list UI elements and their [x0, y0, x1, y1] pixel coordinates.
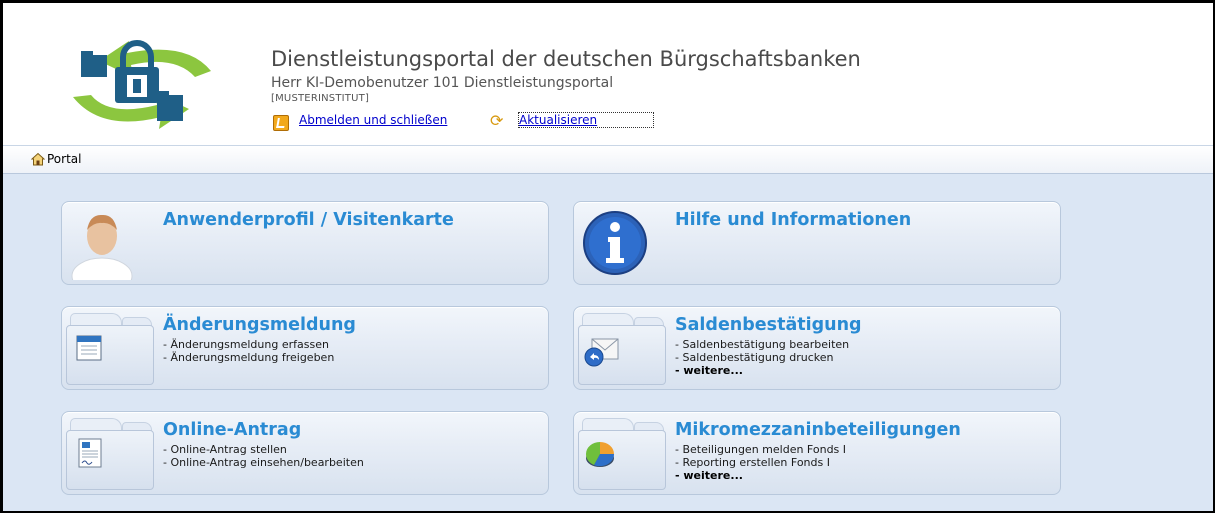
tile-change-notification[interactable]: Änderungsmeldung - Änderungsmeldung erfa… [61, 306, 549, 390]
mail-reply-icon [584, 338, 619, 367]
refresh-icon[interactable]: ⟳ [490, 113, 503, 129]
portal-logo [73, 40, 211, 129]
breadcrumb: Portal [3, 146, 1213, 174]
tile-link-more[interactable]: - weitere... [675, 364, 849, 377]
home-icon[interactable] [31, 152, 45, 166]
tile-help[interactable]: Hilfe und Informationen [573, 201, 1061, 285]
tile-title: Mikromezzaninbeteiligungen [675, 420, 961, 440]
logout-link[interactable]: Abmelden und schließen [299, 113, 447, 127]
institute-label: [MUSTERINSTITUT] [271, 93, 370, 104]
tile-link-drucken[interactable]: - Saldenbestätigung drucken [675, 351, 849, 364]
tile-title: Hilfe und Informationen [675, 210, 912, 230]
tile-title: Änderungsmeldung [163, 315, 356, 335]
tile-link-more[interactable]: - weitere... [675, 469, 846, 482]
tile-micro-mezzanine[interactable]: Mikromezzaninbeteiligungen - Beteiligung… [573, 411, 1061, 495]
tile-link-stellen[interactable]: - Online-Antrag stellen [163, 443, 364, 456]
tile-link-freigeben[interactable]: - Änderungsmeldung freigeben [163, 351, 334, 364]
notepad-icon [76, 335, 102, 361]
breadcrumb-portal[interactable]: Portal [47, 152, 81, 166]
logout-icon[interactable] [273, 115, 289, 131]
pie-chart-icon [585, 442, 615, 467]
tile-title: Saldenbestätigung [675, 315, 862, 335]
tile-title: Online-Antrag [163, 420, 302, 440]
tile-link-einsehen[interactable]: - Online-Antrag einsehen/bearbeiten [163, 456, 364, 469]
tile-title: Anwenderprofil / Visitenkarte [163, 210, 454, 230]
app-frame: Dienstleistungsportal der deutschen Bürg… [3, 3, 1213, 511]
tile-link-reporting[interactable]: - Reporting erstellen Fonds I [675, 456, 846, 469]
tile-balance-confirmation[interactable]: Saldenbestätigung - Saldenbestätigung be… [573, 306, 1061, 390]
tile-link-bearbeiten[interactable]: - Saldenbestätigung bearbeiten [675, 338, 849, 351]
tile-link-erfassen[interactable]: - Änderungsmeldung erfassen [163, 338, 334, 351]
tile-user-profile[interactable]: Anwenderprofil / Visitenkarte [61, 201, 549, 285]
tile-online-application[interactable]: Online-Antrag - Online-Antrag stellen - … [61, 411, 549, 495]
document-icon [78, 438, 102, 468]
page-title: Dienstleistungsportal der deutschen Bürg… [271, 47, 861, 71]
info-icon [583, 211, 647, 275]
user-subtitle: Herr KI-Demobenutzer 101 Dienstleistungs… [271, 75, 614, 91]
refresh-link[interactable]: Aktualisieren [518, 112, 655, 128]
user-profile-icon [71, 214, 133, 280]
header: Dienstleistungsportal der deutschen Bürg… [3, 3, 1213, 146]
tile-link-melden[interactable]: - Beteiligungen melden Fonds I [675, 443, 846, 456]
